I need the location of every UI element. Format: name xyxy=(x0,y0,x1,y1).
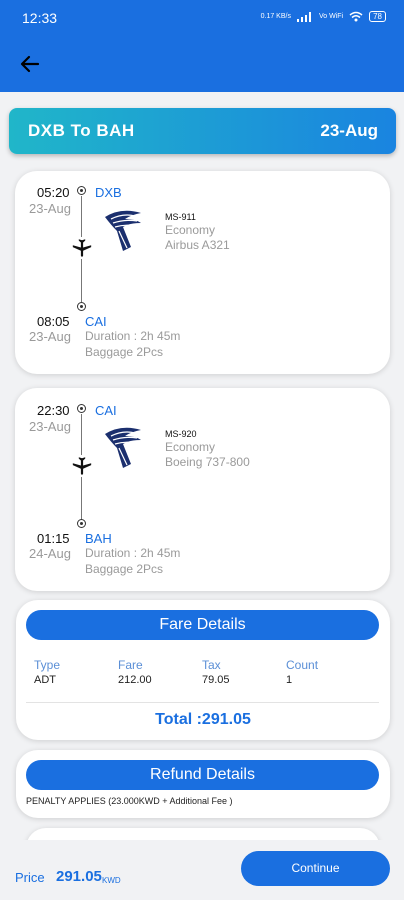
arrival-airport: CAI xyxy=(85,314,107,329)
departure-dot-icon xyxy=(77,404,86,413)
fare-amount-value: 212.00 xyxy=(118,674,152,686)
airplane-icon xyxy=(71,237,93,259)
volte-label: Vo WiFi xyxy=(318,13,344,20)
departure-time: 05:20 xyxy=(37,185,70,200)
continue-button[interactable]: Continue xyxy=(241,851,390,886)
arrival-time: 08:05 xyxy=(37,314,70,329)
status-icons: 0.17 KB/s Vo WiFi 78 xyxy=(261,11,386,22)
network-speed: 0.17 KB/s xyxy=(260,13,291,20)
price-value: 291.05 xyxy=(56,868,102,885)
fare-details-card: Fare Details Type Fare Tax Count ADT 212… xyxy=(16,600,390,740)
flight-segment-card: 22:30 23-Aug CAI MS-920 Economy Boeing 7… xyxy=(15,388,390,591)
arrival-time: 01:15 xyxy=(37,531,70,546)
arrival-dot-icon xyxy=(77,302,86,311)
arrival-date: 24-Aug xyxy=(29,546,71,561)
aircraft-type: Airbus A321 xyxy=(165,238,230,252)
arrival-airport: BAH xyxy=(85,531,112,546)
fare-type-value: ADT xyxy=(34,674,56,686)
flight-duration: Duration : 2h 45m xyxy=(85,546,181,560)
departure-dot-icon xyxy=(77,186,86,195)
fare-col-type: Type xyxy=(34,658,61,672)
status-bar: 12:33 0.17 KB/s Vo WiFi 78 xyxy=(0,0,404,34)
flight-segment-card: 05:20 23-Aug DXB MS-911 Economy Airbus A… xyxy=(15,171,390,374)
arrow-left-icon xyxy=(20,55,40,73)
fare-col-count: Count xyxy=(286,658,319,672)
battery-icon: 78 xyxy=(369,11,386,22)
egyptair-logo-icon xyxy=(105,210,141,251)
fare-details-header[interactable]: Fare Details xyxy=(26,610,379,640)
route-banner: DXB To BAH 23-Aug xyxy=(9,108,396,154)
cabin-class: Economy xyxy=(165,440,216,454)
back-button[interactable] xyxy=(16,50,44,78)
airplane-icon xyxy=(71,455,93,477)
route-date: 23-Aug xyxy=(320,121,378,140)
egyptair-logo-icon xyxy=(105,427,141,468)
departure-airport: DXB xyxy=(95,185,122,200)
baggage-allowance: Baggage 2Pcs xyxy=(85,562,164,576)
fare-total: Total :291.05 xyxy=(155,711,251,728)
flight-duration: Duration : 2h 45m xyxy=(85,329,181,343)
departure-airport: CAI xyxy=(95,403,117,418)
wifi-icon xyxy=(349,11,363,22)
refund-details-card: Refund Details PENALTY APPLIES (23.000KW… xyxy=(16,750,390,818)
departure-time: 22:30 xyxy=(37,403,70,418)
divider xyxy=(26,702,379,703)
fare-col-fare: Fare xyxy=(118,658,143,672)
flight-number: MS-911 xyxy=(165,212,196,222)
departure-date: 23-Aug xyxy=(29,201,71,216)
price-label: Price xyxy=(15,870,45,885)
arrival-dot-icon xyxy=(77,519,86,528)
aircraft-type: Boeing 737-800 xyxy=(165,455,250,469)
cabin-class: Economy xyxy=(165,223,216,237)
departure-date: 23-Aug xyxy=(29,419,71,434)
app-bar xyxy=(0,34,404,92)
arrival-date: 23-Aug xyxy=(29,329,71,344)
bottom-bar: Price 291.05 KWD Continue xyxy=(0,840,404,900)
refund-details-header[interactable]: Refund Details xyxy=(26,760,379,790)
fare-count-value: 1 xyxy=(286,674,293,686)
flight-number: MS-920 xyxy=(165,429,197,439)
baggage-allowance: Baggage 2Pcs xyxy=(85,345,164,359)
price-currency: KWD xyxy=(102,876,121,885)
penalty-text: PENALTY APPLIES (23.000KWD + Additional … xyxy=(26,796,233,806)
fare-tax-value: 79.05 xyxy=(202,674,230,686)
route-title: DXB To BAH xyxy=(28,121,135,140)
fare-col-tax: Tax xyxy=(202,658,221,672)
signal-icon xyxy=(296,11,311,22)
status-time: 12:33 xyxy=(22,10,58,26)
